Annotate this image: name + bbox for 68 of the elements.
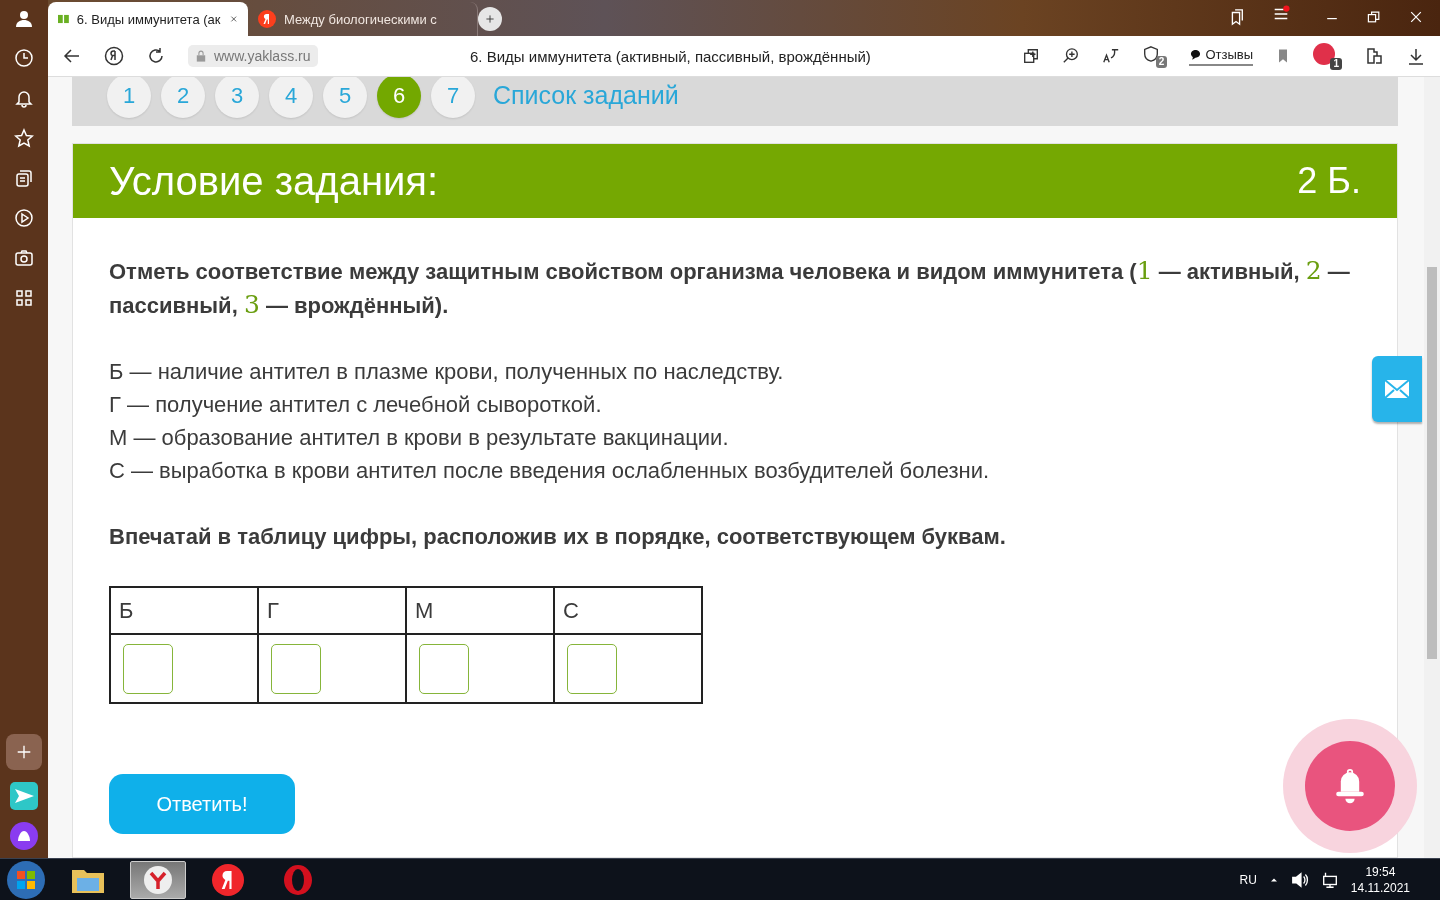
yandex-logo-icon: [212, 863, 244, 896]
statement-text: С — выработка в крови антител после введения ослабленных возбудителей болезни.: [109, 457, 991, 485]
task-number-button[interactable]: 1: [107, 77, 151, 118]
page-title: 6. Виды иммунитета (активный, пассивный, врождённый): [469, 47, 872, 65]
answer-field[interactable]: [567, 643, 617, 694]
yandex-home-icon[interactable]: [104, 46, 124, 66]
task-number-button[interactable]: 5: [323, 77, 367, 118]
column-header: М: [406, 587, 554, 634]
play-icon[interactable]: [14, 208, 34, 228]
shield-icon: [1142, 44, 1161, 63]
task-list-link[interactable]: Список заданий: [493, 81, 679, 110]
lock-icon: [194, 49, 208, 63]
instruction-text: Впечатай в таблицу цифры, расположив их в порядке, соответствующем буквам.: [109, 523, 1007, 551]
reload-icon[interactable]: [146, 46, 166, 66]
speaker-icon[interactable]: [1290, 870, 1309, 889]
browser-tab[interactable]: 6. Виды иммунитета (ак: [48, 2, 248, 36]
shield-badge-button[interactable]: 2: [1142, 44, 1168, 68]
question-text: Отметь соответствие между защитным свойством организма человека и видом иммунитета (1 — активный, 2 — пассивный, 3 — врождённый).: [109, 255, 1351, 321]
browser-logo-icon: [143, 864, 173, 895]
answer-field[interactable]: [419, 643, 469, 694]
scrollbar-thumb[interactable]: [1427, 267, 1437, 659]
extensions-icon[interactable]: [1364, 46, 1384, 66]
task-number-button[interactable]: 3: [215, 77, 259, 118]
opera-logo-icon: [282, 863, 314, 896]
download-icon[interactable]: [1406, 46, 1426, 66]
column-header: С: [554, 587, 702, 634]
add-tab-copy-icon[interactable]: [1022, 47, 1041, 65]
adblock-logo-icon: [1313, 42, 1335, 65]
new-tab-button[interactable]: [478, 7, 502, 31]
answer-field[interactable]: [123, 643, 173, 694]
statement-text: М — образование антител в крови в результате вакцинации.: [109, 424, 730, 452]
plus-icon: [484, 12, 496, 26]
translate-icon[interactable]: [1102, 47, 1121, 65]
language-indicator[interactable]: RU: [1239, 872, 1257, 887]
statement-text: Г — получение антител с лечебной сывороткой.: [109, 391, 603, 419]
column-header: Г: [258, 587, 406, 634]
statement-text: Б — наличие антител в плазме крови, полученных по наследству.: [109, 358, 785, 386]
taskbar-app[interactable]: [130, 860, 186, 899]
avatar-icon[interactable]: [14, 8, 34, 28]
assistant-icon[interactable]: [10, 822, 38, 850]
add-panel-button[interactable]: [6, 734, 42, 770]
yandex-logo-icon: [258, 10, 276, 28]
collections-icon[interactable]: [14, 168, 34, 188]
clock[interactable]: 19:54 14.11.2021: [1350, 863, 1410, 896]
apps-grid-icon[interactable]: [14, 288, 34, 308]
task-number-button[interactable]: 4: [269, 77, 313, 118]
network-icon[interactable]: [1320, 870, 1339, 889]
speech-bubble-icon: [1189, 47, 1203, 61]
paper-plane-icon[interactable]: [10, 782, 38, 810]
plus-icon: [15, 743, 33, 761]
column-header: Б: [110, 587, 258, 634]
start-button-icon[interactable]: [6, 859, 46, 900]
clock-icon[interactable]: [14, 48, 34, 68]
book-icon: [58, 13, 69, 25]
submit-button[interactable]: Ответить!: [109, 774, 295, 834]
task-title: Условие задания:: [109, 158, 439, 204]
task-number-button[interactable]: 6: [377, 77, 421, 118]
task-number-button[interactable]: 2: [161, 77, 205, 118]
answer-field[interactable]: [271, 643, 321, 694]
camera-icon[interactable]: [14, 248, 34, 268]
bell-icon[interactable]: [14, 88, 34, 108]
reviews-button[interactable]: Отзывы: [1189, 46, 1253, 66]
task-number-button[interactable]: 7: [431, 77, 475, 118]
points-label: 2 Б.: [1297, 160, 1361, 202]
zoom-in-icon[interactable]: [1062, 47, 1081, 65]
adblock-button[interactable]: 1: [1313, 42, 1342, 70]
star-icon[interactable]: [14, 128, 34, 148]
address-field[interactable]: www.yaklass.ru: [188, 45, 319, 67]
